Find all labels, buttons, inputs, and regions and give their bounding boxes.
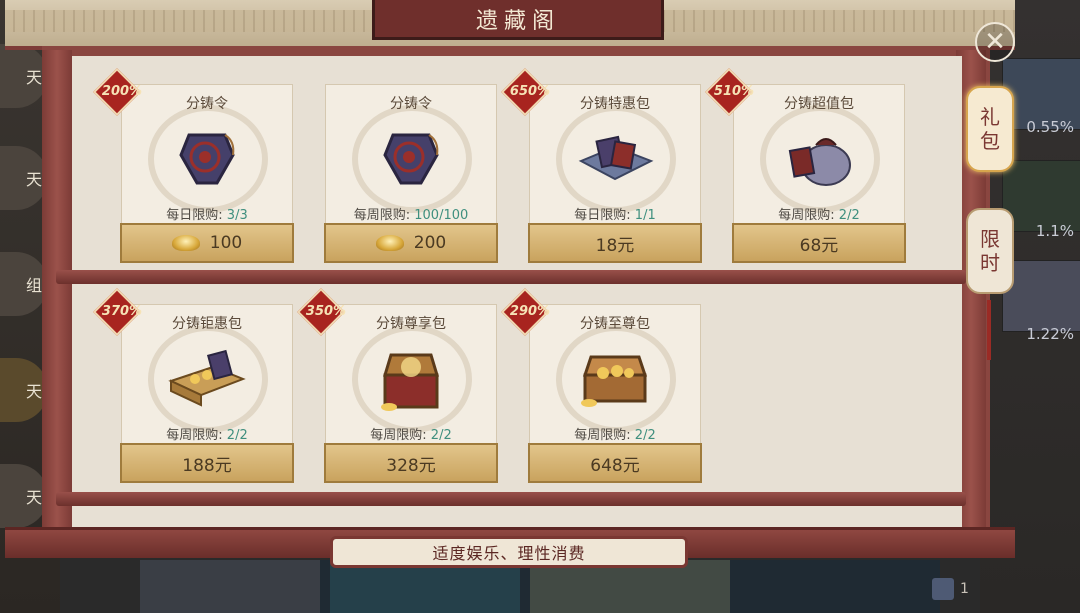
gold-chest-icon	[575, 345, 655, 413]
item-icon	[932, 578, 954, 600]
token-icon	[175, 125, 239, 193]
gold-ingot-icon	[375, 235, 404, 251]
discount-badge: 650%	[500, 67, 550, 117]
sack-icon	[784, 125, 854, 193]
purchase-limit: 每周限购: 2/2	[370, 428, 452, 443]
purchase-limit: 每周限购: 2/2	[778, 208, 860, 223]
buy-button[interactable]: 68元	[732, 223, 906, 263]
close-icon: ✕	[984, 27, 1006, 57]
bg-percent: 1.22%	[1026, 325, 1074, 343]
purchase-limit: 每日限购: 3/3	[166, 208, 248, 223]
buy-button[interactable]: 328元	[324, 443, 498, 483]
left-pillar	[42, 50, 72, 535]
tab-label: 包	[980, 129, 1000, 153]
bg-tag: 组	[0, 252, 48, 316]
purchase-limit: 每日限购: 1/1	[574, 208, 656, 223]
bottom-counter: 1	[932, 578, 969, 600]
discount-badge: 350%	[296, 287, 346, 337]
shelf-beam	[56, 492, 966, 506]
lantern-tassel	[987, 300, 991, 360]
health-notice: 适度娱乐、理性消费	[330, 536, 688, 568]
buy-button[interactable]: 18元	[528, 223, 702, 263]
buy-button[interactable]: 188元	[120, 443, 294, 483]
bg-tag: 天	[0, 358, 48, 422]
shop-item-card[interactable]: 分铸令 每日限购: 3/3 100 200%	[92, 67, 294, 263]
shop-item-card[interactable]: 分铸钜惠包 每周限购: 2/2 188元 370%	[92, 287, 294, 483]
shop-item-card[interactable]: 分铸至尊包 每周限购: 2/2 648元 290%	[500, 287, 702, 483]
shop-item-card[interactable]: 分铸令 每周限购: 100/100 200	[324, 84, 498, 263]
bg-percent: 1.1%	[1035, 222, 1074, 240]
tab-label: 礼	[980, 105, 1000, 129]
purchase-limit: 每周限购: 2/2	[166, 428, 248, 443]
treasure-chest-icon	[371, 345, 451, 419]
tab-gift-pack[interactable]: 礼 包	[966, 86, 1014, 172]
shop-item-card[interactable]: 分铸尊享包 每周限购: 2/2 328元 350%	[296, 287, 498, 483]
cloth-bundle-icon	[575, 125, 655, 193]
buy-button[interactable]: 100	[120, 223, 294, 263]
token-icon	[379, 125, 443, 193]
tab-limited-time[interactable]: 限 时	[966, 208, 1014, 294]
shop-item-card[interactable]: 分铸超值包 每周限购: 2/2 68元 510%	[704, 67, 906, 263]
item-name: 分铸令	[390, 96, 432, 112]
close-button[interactable]: ✕	[975, 22, 1015, 62]
gold-box-icon	[167, 345, 247, 413]
page-title: 遗藏阁	[372, 0, 664, 40]
discount-badge: 510%	[704, 67, 754, 117]
shelf-beam	[56, 270, 966, 284]
gold-ingot-icon	[171, 235, 200, 251]
buy-button[interactable]: 648元	[528, 443, 702, 483]
discount-badge: 370%	[92, 287, 142, 337]
shop-item-card[interactable]: 分铸特惠包 每日限购: 1/1 18元 650%	[500, 67, 702, 263]
purchase-limit: 每周限购: 2/2	[574, 428, 656, 443]
tab-label: 时	[980, 251, 1000, 275]
bg-tag: 天	[0, 464, 48, 528]
bg-percent: 0.55%	[1026, 118, 1074, 136]
tab-label: 限	[980, 227, 1000, 251]
bg-tag: 天	[0, 146, 48, 210]
bg-tag: 天	[0, 44, 48, 108]
discount-badge: 290%	[500, 287, 550, 337]
purchase-limit: 每周限购: 100/100	[353, 208, 469, 223]
buy-button[interactable]: 200	[324, 223, 498, 263]
discount-badge: 200%	[92, 67, 142, 117]
